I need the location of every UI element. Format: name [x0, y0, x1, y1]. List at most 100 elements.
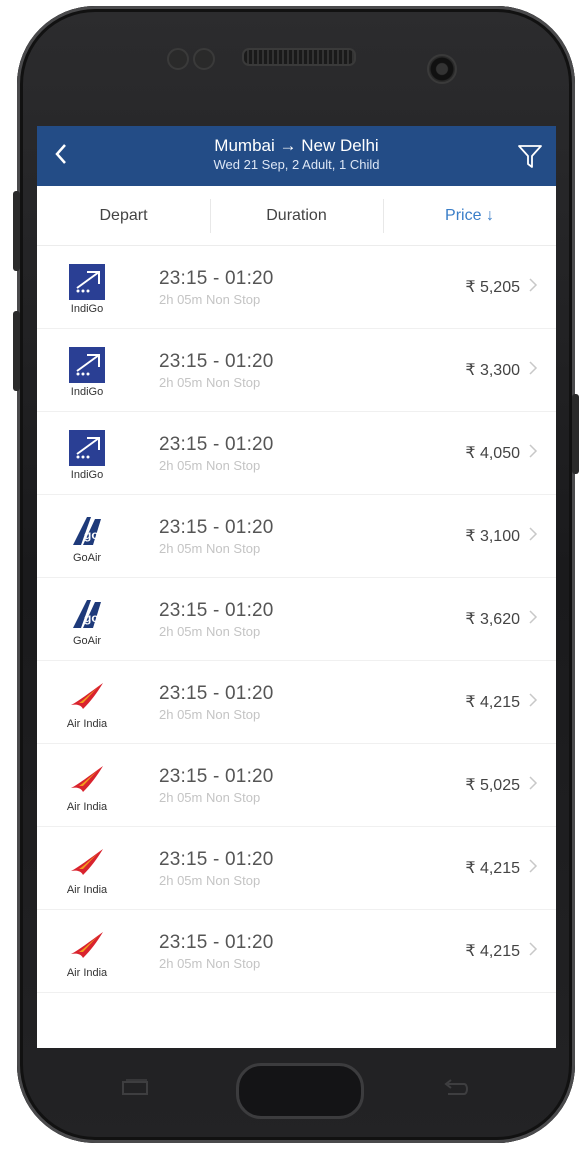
flight-row[interactable]: IndiGo 23:15 - 01:20 2h 05m Non Stop ₹ 3… — [37, 329, 556, 412]
time-range: 23:15 - 01:20 — [159, 433, 274, 455]
chevron-right-icon — [528, 360, 542, 381]
chevron-right-icon — [528, 775, 542, 796]
chevron-right-icon — [528, 941, 542, 962]
flight-price: ₹ 3,620 — [465, 611, 520, 628]
sensor-icon — [167, 48, 189, 70]
airline-cell: IndiGo — [37, 426, 137, 481]
time-range: 23:15 - 01:20 — [159, 848, 274, 870]
route-title: Mumbai → New Delhi — [214, 136, 379, 155]
flight-row[interactable]: Air India 23:15 - 01:20 2h 05m Non Stop … — [37, 827, 556, 910]
airline-name: Air India — [66, 883, 108, 896]
flight-row[interactable]: Air India 23:15 - 01:20 2h 05m Non Stop … — [37, 744, 556, 827]
flight-times: 23:15 - 01:20 2h 05m Non Stop — [137, 434, 465, 473]
air-india-logo-icon — [71, 848, 103, 875]
flight-price: ₹ 3,100 — [465, 528, 520, 545]
airline-name: Air India — [66, 966, 108, 979]
filter-button[interactable] — [516, 142, 544, 170]
flight-times: 23:15 - 01:20 2h 05m Non Stop — [137, 932, 465, 971]
flight-row[interactable]: Air India 23:15 - 01:20 2h 05m Non Stop … — [37, 910, 556, 993]
flight-row[interactable]: go GoAir 23:15 - 01:20 2h 05m Non Stop ₹… — [37, 495, 556, 578]
airline-cell: IndiGo — [37, 343, 137, 398]
flight-price: ₹ 5,205 — [465, 279, 520, 296]
sort-bar: Depart Duration Price ↓ — [37, 186, 556, 246]
time-range: 23:15 - 01:20 — [159, 516, 274, 538]
airline-name: GoAir — [72, 551, 102, 564]
filter-funnel-icon — [518, 145, 542, 168]
flight-row[interactable]: Air India 23:15 - 01:20 2h 05m Non Stop … — [37, 661, 556, 744]
airline-cell: Air India — [37, 758, 137, 813]
goair-logo-icon: go — [73, 516, 101, 545]
time-range: 23:15 - 01:20 — [159, 599, 274, 621]
time-range: 23:15 - 01:20 — [159, 931, 274, 953]
chevron-right-icon — [528, 277, 542, 298]
flight-meta: 2h 05m Non Stop — [159, 291, 261, 307]
flight-meta: 2h 05m Non Stop — [159, 623, 261, 639]
time-range: 23:15 - 01:20 — [159, 350, 274, 372]
sort-tab-duration[interactable]: Duration — [210, 198, 383, 233]
flight-meta: 2h 05m Non Stop — [159, 540, 261, 556]
flight-meta: 2h 05m Non Stop — [159, 789, 261, 805]
chevron-right-icon — [528, 443, 542, 464]
flight-meta: 2h 05m Non Stop — [159, 706, 261, 722]
chevron-right-icon — [528, 609, 542, 630]
goair-logo-icon: go — [73, 599, 101, 628]
indigo-logo-icon — [69, 263, 105, 300]
app-header: Mumbai → New Delhi Wed 21 Sep, 2 Adult, … — [37, 126, 556, 186]
airline-cell: go GoAir — [37, 592, 137, 647]
earpiece-speaker — [242, 48, 356, 66]
flight-price: ₹ 4,050 — [465, 445, 520, 462]
route-details: Wed 21 Sep, 2 Adult, 1 Child — [213, 157, 380, 172]
flight-meta: 2h 05m Non Stop — [159, 457, 261, 473]
volume-up-button — [13, 191, 20, 271]
airline-cell: Air India — [37, 675, 137, 730]
flight-times: 23:15 - 01:20 2h 05m Non Stop — [137, 683, 465, 722]
flight-meta: 2h 05m Non Stop — [159, 374, 261, 390]
indigo-logo-icon — [69, 346, 105, 383]
airline-cell: go GoAir — [37, 509, 137, 564]
flight-price: ₹ 4,215 — [465, 694, 520, 711]
flight-row[interactable]: IndiGo 23:15 - 01:20 2h 05m Non Stop ₹ 5… — [37, 246, 556, 329]
flight-price: ₹ 4,215 — [465, 860, 520, 877]
svg-text:go: go — [84, 528, 99, 542]
flight-price: ₹ 4,215 — [465, 943, 520, 960]
home-button[interactable] — [236, 1063, 364, 1119]
airline-name: IndiGo — [70, 468, 104, 481]
time-range: 23:15 - 01:20 — [159, 682, 274, 704]
chevron-right-icon — [528, 692, 542, 713]
flight-row[interactable]: IndiGo 23:15 - 01:20 2h 05m Non Stop ₹ 4… — [37, 412, 556, 495]
airline-cell: Air India — [37, 924, 137, 979]
chevron-right-icon — [528, 526, 542, 547]
sensor-icon — [193, 48, 215, 70]
flight-price: ₹ 5,025 — [465, 777, 520, 794]
flight-meta: 2h 05m Non Stop — [159, 955, 261, 971]
back-key-icon[interactable] — [440, 1078, 470, 1098]
app-screen: Mumbai → New Delhi Wed 21 Sep, 2 Adult, … — [37, 126, 556, 1048]
air-india-logo-icon — [71, 931, 103, 958]
flight-times: 23:15 - 01:20 2h 05m Non Stop — [137, 351, 465, 390]
back-button[interactable] — [49, 142, 73, 170]
flight-times: 23:15 - 01:20 2h 05m Non Stop — [137, 849, 465, 888]
sort-tab-depart[interactable]: Depart — [37, 207, 210, 225]
flight-meta: 2h 05m Non Stop — [159, 872, 261, 888]
flight-times: 23:15 - 01:20 2h 05m Non Stop — [137, 517, 465, 556]
svg-text:go: go — [84, 611, 99, 625]
chevron-right-icon — [528, 858, 542, 879]
airline-name: GoAir — [72, 634, 102, 647]
indigo-logo-icon — [69, 429, 105, 466]
flight-list: IndiGo 23:15 - 01:20 2h 05m Non Stop ₹ 5… — [37, 246, 556, 993]
recent-apps-icon[interactable] — [120, 1078, 150, 1098]
airline-cell: IndiGo — [37, 260, 137, 315]
sort-tab-price[interactable]: Price ↓ — [383, 198, 556, 233]
airline-name: IndiGo — [70, 385, 104, 398]
airline-name: Air India — [66, 800, 108, 813]
time-range: 23:15 - 01:20 — [159, 765, 274, 787]
airline-name: IndiGo — [70, 302, 104, 315]
flight-times: 23:15 - 01:20 2h 05m Non Stop — [137, 268, 465, 307]
chevron-left-icon — [55, 144, 66, 164]
flight-times: 23:15 - 01:20 2h 05m Non Stop — [137, 766, 465, 805]
flight-row[interactable]: go GoAir 23:15 - 01:20 2h 05m Non Stop ₹… — [37, 578, 556, 661]
power-button — [572, 394, 579, 474]
volume-down-button — [13, 311, 20, 391]
flight-times: 23:15 - 01:20 2h 05m Non Stop — [137, 600, 465, 639]
flight-price: ₹ 3,300 — [465, 362, 520, 379]
